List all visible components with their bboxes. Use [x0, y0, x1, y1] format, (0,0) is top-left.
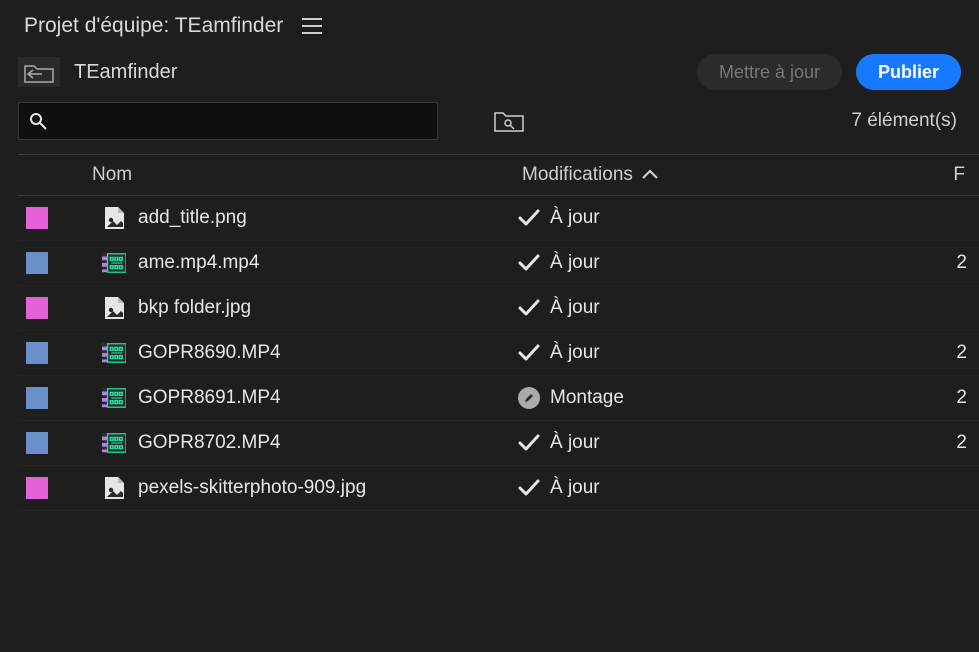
file-name: ame.mp4.mp4	[138, 252, 518, 274]
breadcrumb[interactable]: TEamfinder	[74, 61, 177, 84]
table-row[interactable]: bkp folder.jpg À jour	[18, 286, 979, 331]
search-icon	[29, 112, 47, 130]
check-icon	[518, 299, 540, 317]
color-swatch[interactable]	[26, 387, 48, 409]
table-header: Nom Modifications F	[18, 154, 979, 196]
panel-title: Projet d'équipe: TEamfinder	[24, 14, 283, 38]
f-value: 2	[918, 252, 979, 274]
folder-up-button[interactable]	[18, 57, 60, 87]
image-file-icon	[102, 295, 126, 321]
item-count-label: 7 élément(s)	[851, 110, 961, 132]
search-folder-icon[interactable]	[494, 109, 522, 133]
video-file-icon	[102, 340, 126, 366]
toolbar: TEamfinder Mettre à jour Publier	[0, 48, 979, 98]
color-swatch[interactable]	[26, 432, 48, 454]
file-name: GOPR8702.MP4	[138, 432, 518, 454]
file-name: add_title.png	[138, 207, 518, 229]
search-row: 7 élément(s)	[0, 98, 979, 150]
panel-header: Projet d'équipe: TEamfinder	[0, 0, 979, 48]
color-swatch[interactable]	[26, 252, 48, 274]
check-icon	[518, 434, 540, 452]
color-swatch[interactable]	[26, 297, 48, 319]
modification-status: À jour	[550, 297, 600, 319]
menu-icon[interactable]	[301, 15, 323, 37]
check-icon	[518, 209, 540, 227]
sort-ascending-icon	[641, 169, 659, 181]
f-value: 2	[918, 387, 979, 409]
check-icon	[518, 344, 540, 362]
col-modifications-header[interactable]: Modifications	[522, 164, 922, 186]
file-name: GOPR8691.MP4	[138, 387, 518, 409]
video-file-icon	[102, 430, 126, 456]
file-name: pexels-skitterphoto-909.jpg	[138, 477, 518, 499]
modification-status: À jour	[550, 432, 600, 454]
file-name: bkp folder.jpg	[138, 297, 518, 319]
table-row[interactable]: GOPR8691.MP4 Montage 2	[18, 376, 979, 421]
col-modifications-label: Modifications	[522, 164, 633, 186]
table-row[interactable]: GOPR8690.MP4 À jour 2	[18, 331, 979, 376]
edit-icon	[518, 387, 540, 409]
file-name: GOPR8690.MP4	[138, 342, 518, 364]
check-icon	[518, 254, 540, 272]
modification-status: À jour	[550, 477, 600, 499]
f-value: 2	[918, 342, 979, 364]
search-input[interactable]	[55, 112, 427, 130]
color-swatch[interactable]	[26, 207, 48, 229]
col-name-header[interactable]: Nom	[82, 164, 522, 186]
publish-button[interactable]: Publier	[856, 54, 961, 90]
image-file-icon	[102, 475, 126, 501]
video-file-icon	[102, 385, 126, 411]
table-row[interactable]: GOPR8702.MP4 À jour 2	[18, 421, 979, 466]
color-swatch[interactable]	[26, 477, 48, 499]
modification-status: À jour	[550, 252, 600, 274]
file-table: Nom Modifications F add_title.pngÀ joura…	[0, 150, 979, 511]
update-button[interactable]: Mettre à jour	[697, 54, 842, 90]
check-icon	[518, 479, 540, 497]
color-swatch[interactable]	[26, 342, 48, 364]
modification-status: Montage	[550, 387, 624, 409]
f-value: 2	[918, 432, 979, 454]
table-row[interactable]: add_title.png À jour	[18, 196, 979, 241]
video-file-icon	[102, 250, 126, 276]
modification-status: À jour	[550, 342, 600, 364]
table-row[interactable]: pexels-skitterphoto-909.jpg À jour	[18, 466, 979, 511]
search-box[interactable]	[18, 102, 438, 140]
modification-status: À jour	[550, 207, 600, 229]
image-file-icon	[102, 205, 126, 231]
table-row[interactable]: ame.mp4.mp4 À jour 2	[18, 241, 979, 286]
col-f-header[interactable]: F	[922, 164, 979, 186]
